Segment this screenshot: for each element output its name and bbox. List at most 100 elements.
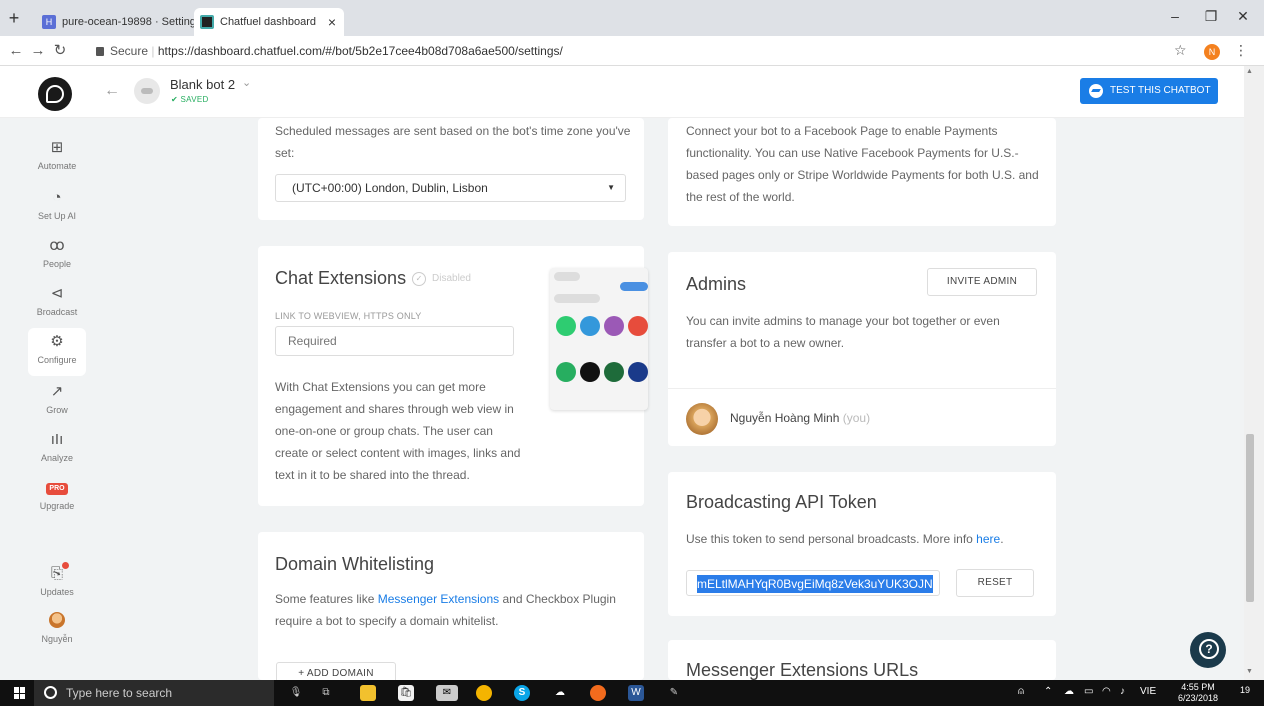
- gear-icon: ⚙: [50, 333, 64, 350]
- mail-icon[interactable]: ✉: [436, 685, 458, 701]
- taskbar-search[interactable]: Type here to search: [34, 680, 274, 706]
- notification-center-icon[interactable]: 19: [1240, 685, 1250, 695]
- ai-icon: ◔: [52, 189, 62, 206]
- api-token-field[interactable]: mELtlMAHYqR0BvgEiMq8zVek3uYUK3OJN: [686, 570, 940, 596]
- sidebar-item-setup-ai[interactable]: ◔ Set Up AI: [28, 188, 86, 232]
- bot-name[interactable]: Blank bot 2: [170, 77, 235, 92]
- back-icon[interactable]: ←: [6, 42, 26, 60]
- invite-admin-button[interactable]: INVITE ADMIN: [927, 268, 1037, 296]
- more-info-link[interactable]: here: [976, 532, 1000, 546]
- sidebar: ⊞ Automate ◔ Set Up AI ꝏ People ⊲ Broadc…: [0, 118, 112, 680]
- pro-badge: PRO: [46, 483, 68, 495]
- tab-close-icon[interactable]: ×: [328, 8, 336, 36]
- test-chatbot-button[interactable]: TEST THIS CHATBOT: [1080, 78, 1218, 104]
- chevron-down-icon[interactable]: ⌄: [242, 76, 251, 89]
- domain-whitelisting-description: Some features like Messenger Extensions …: [275, 592, 616, 628]
- domain-whitelisting-title: Domain Whitelisting: [275, 554, 435, 574]
- broadcast-api-description: Use this token to send personal broadcas…: [686, 532, 1004, 546]
- people-icon: ꝏ: [49, 237, 65, 254]
- lock-icon: [96, 47, 104, 56]
- tab-label: Chatfuel dashboard: [220, 16, 317, 28]
- notification-dot: [62, 562, 69, 569]
- bookmark-star-icon[interactable]: ☆: [1174, 42, 1187, 59]
- chat-extensions-description: With Chat Extensions you can get more en…: [275, 380, 521, 482]
- timezone-select[interactable]: (UTC+00:00) London, Dublin, Lisbon ▼: [275, 174, 626, 202]
- timezone-description: Scheduled messages are sent based on the…: [275, 124, 631, 160]
- webview-link-input[interactable]: [275, 326, 514, 356]
- grow-icon: ↗: [50, 383, 64, 400]
- chart-icon: ıIı: [50, 431, 64, 448]
- updates-icon: ⎘: [50, 565, 63, 582]
- messenger-icon: [1089, 84, 1103, 98]
- word-icon[interactable]: W: [628, 685, 644, 701]
- admin-name: Nguyễn Hoàng Minh (you): [730, 411, 871, 425]
- chrome-icon[interactable]: [476, 685, 492, 701]
- battery-icon[interactable]: ▭: [1084, 686, 1093, 697]
- wifi-icon[interactable]: ◠: [1102, 686, 1111, 697]
- sidebar-item-automate[interactable]: ⊞ Automate: [28, 138, 86, 182]
- messenger-extensions-link[interactable]: Messenger Extensions: [378, 592, 499, 606]
- sidebar-item-people[interactable]: ꝏ People: [28, 236, 86, 280]
- chatfuel-favicon-icon: [200, 15, 214, 29]
- skype-icon[interactable]: S: [514, 685, 530, 701]
- bot-avatar: [134, 78, 160, 104]
- scrollbar-thumb[interactable]: [1246, 434, 1254, 602]
- system-clock[interactable]: 4:55 PM 6/23/2018: [1178, 682, 1218, 704]
- forward-icon[interactable]: →: [28, 42, 48, 60]
- help-icon[interactable]: [1190, 632, 1226, 668]
- new-tab-button[interactable]: +: [4, 8, 24, 28]
- sidebar-item-updates[interactable]: ⎘ Updates: [28, 562, 86, 608]
- minimize-icon[interactable]: –: [1160, 8, 1190, 24]
- people-tray-icon[interactable]: ⍝: [1018, 686, 1024, 697]
- back-arrow-icon[interactable]: ←: [104, 82, 120, 100]
- soundcloud-icon[interactable]: ☁: [552, 685, 568, 701]
- messenger-ext-urls-title: Messenger Extensions URLs: [686, 660, 919, 680]
- sidebar-item-configure[interactable]: ⚙ Configure: [28, 328, 86, 376]
- webview-link-label: LINK TO WEBVIEW, HTTPS ONLY: [275, 311, 422, 321]
- close-window-icon[interactable]: ✕: [1228, 8, 1258, 25]
- admins-title: Admins: [686, 274, 747, 294]
- tray-expand-icon[interactable]: ⌃: [1044, 686, 1052, 697]
- menu-kebab-icon[interactable]: ⋮: [1234, 42, 1248, 59]
- admins-description: You can invite admins to manage your bot…: [686, 314, 1000, 350]
- reload-icon[interactable]: ↻: [50, 42, 70, 60]
- file-explorer-icon[interactable]: [360, 685, 376, 701]
- page-scrollbar[interactable]: ▲ ▼: [1244, 66, 1264, 680]
- browser-tab-chatfuel[interactable]: Chatfuel dashboard ×: [194, 8, 344, 36]
- reset-token-button[interactable]: RESET: [956, 569, 1034, 597]
- paint-icon[interactable]: ✎: [666, 685, 682, 701]
- user-avatar: [49, 612, 65, 628]
- payments-description: Connect your bot to a Facebook Page to e…: [686, 124, 1039, 204]
- restore-icon[interactable]: ❐: [1196, 8, 1226, 25]
- scroll-down-icon[interactable]: ▼: [1246, 668, 1253, 675]
- check-circle-icon: ✓: [412, 272, 426, 286]
- chatfuel-logo-icon[interactable]: [38, 77, 72, 111]
- sidebar-item-grow[interactable]: ↗ Grow: [28, 382, 86, 426]
- app-header: ← Blank bot 2 ⌄ ✔ SAVED TEST THIS CHATBO…: [0, 66, 1244, 118]
- saved-status: ✔ SAVED: [171, 95, 209, 104]
- browser-tab-settings[interactable]: H pure-ocean-19898 · Settings: [36, 8, 194, 36]
- windows-taskbar: Type here to search 🎙 ⧉ 🛍 ✉ S ☁ W ✎ ⍝ ⌃ …: [0, 680, 1264, 706]
- app-icon[interactable]: [590, 685, 606, 701]
- task-view-icon[interactable]: ⧉: [318, 685, 334, 701]
- scroll-up-icon[interactable]: ▲: [1246, 68, 1253, 75]
- url-field[interactable]: Secure | https://dashboard.chatfuel.com/…: [96, 41, 563, 61]
- megaphone-icon: ⊲: [50, 285, 64, 302]
- sidebar-item-broadcast[interactable]: ⊲ Broadcast: [28, 284, 86, 328]
- volume-icon[interactable]: ♪: [1120, 686, 1125, 697]
- profile-avatar[interactable]: N: [1204, 44, 1220, 60]
- divider: [668, 388, 1056, 389]
- admin-avatar: [686, 403, 718, 435]
- store-icon[interactable]: 🛍: [398, 685, 414, 701]
- onedrive-icon[interactable]: ☁: [1064, 686, 1074, 697]
- sidebar-item-upgrade[interactable]: PRO Upgrade: [28, 482, 86, 526]
- sidebar-item-profile[interactable]: Nguyễn: [28, 612, 86, 656]
- language-indicator[interactable]: VIE: [1140, 686, 1156, 697]
- windows-start-icon[interactable]: [14, 687, 26, 699]
- microphone-icon[interactable]: 🎙: [288, 685, 304, 701]
- automate-icon: ⊞: [50, 139, 64, 156]
- browser-tab-bar: + H pure-ocean-19898 · Settings Chatfuel…: [0, 0, 1264, 36]
- address-bar: ← → ↻ Secure | https://dashboard.chatfue…: [0, 36, 1264, 66]
- sidebar-item-analyze[interactable]: ıIı Analyze: [28, 430, 86, 474]
- chat-extensions-preview-image: [550, 268, 648, 410]
